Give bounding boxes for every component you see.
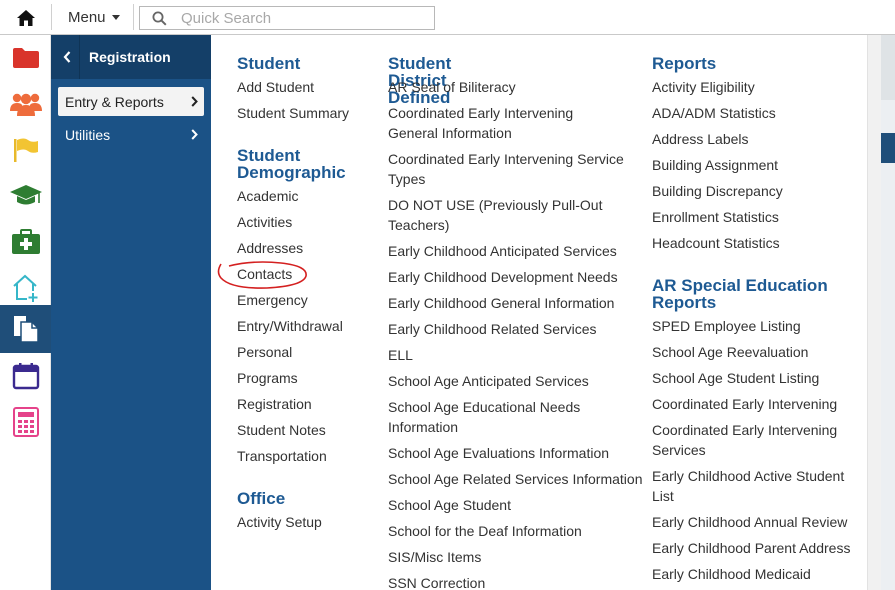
- menu-link-ec-related-services[interactable]: Early Childhood Related Services: [388, 319, 597, 339]
- quick-search-input[interactable]: [181, 9, 421, 27]
- rail-item-flag[interactable]: [0, 127, 51, 173]
- menu-link-address-labels[interactable]: Address Labels: [652, 129, 749, 149]
- quick-search-box[interactable]: [139, 6, 435, 30]
- section-title-ar-special-education-reports: AR Special Education Reports: [652, 276, 828, 312]
- menu-link-sa-evaluations-information[interactable]: School Age Evaluations Information: [388, 443, 609, 463]
- chevron-right-icon: [191, 129, 198, 140]
- toolbar-divider: [51, 4, 52, 30]
- folder-icon: [12, 48, 39, 68]
- menu-link-enrollment-statistics[interactable]: Enrollment Statistics: [652, 207, 779, 227]
- menu-link-registration[interactable]: Registration: [237, 394, 312, 414]
- home-icon: [16, 9, 35, 26]
- menu-link-coordinated-early-intervening-services[interactable]: Coordinated Early Intervening Services: [652, 420, 847, 460]
- menu-link-cei-service-types[interactable]: Coordinated Early Intervening Service Ty…: [388, 149, 624, 189]
- menu-link-activity-eligibility[interactable]: Activity Eligibility: [652, 77, 755, 97]
- menu-link-entry-withdrawal[interactable]: Entry/Withdrawal: [237, 316, 343, 336]
- section-title-student-demographic: Student Demographic: [237, 146, 346, 182]
- menu-link-headcount-statistics[interactable]: Headcount Statistics: [652, 233, 780, 253]
- menu-link-programs[interactable]: Programs: [237, 368, 298, 388]
- nav-item-utilities[interactable]: Utilities: [58, 120, 204, 149]
- menu-link-ar-seal-of-biliteracy[interactable]: AR Seal of Biliteracy: [388, 77, 516, 97]
- menu-link-ell[interactable]: ELL: [388, 345, 413, 365]
- menu-link-school-age-reevaluation[interactable]: School Age Reevaluation: [652, 342, 808, 362]
- medical-kit-icon: [11, 229, 40, 254]
- menu-link-emergency[interactable]: Emergency: [237, 290, 308, 310]
- menu-link-coordinated-early-intervening[interactable]: Coordinated Early Intervening: [652, 394, 837, 414]
- calendar-icon: [12, 363, 39, 390]
- nav-item-entry-reports[interactable]: Entry & Reports: [58, 87, 204, 116]
- menu-link-student-notes[interactable]: Student Notes: [237, 420, 326, 440]
- menu-link-contacts[interactable]: Contacts: [237, 264, 292, 284]
- registration-nav-panel: Registration Entry & Reports Utilities: [51, 35, 211, 590]
- rail-item-health[interactable]: [0, 219, 51, 265]
- menu-link-add-student[interactable]: Add Student: [237, 77, 314, 97]
- entry-reports-menu: Student Add Student Student Summary Stud…: [211, 35, 867, 590]
- menu-link-do-not-use-pull-out-teachers[interactable]: DO NOT USE (Previously Pull-Out Teachers…: [388, 195, 624, 235]
- section-title-student: Student: [237, 54, 301, 73]
- background-panel: [881, 35, 895, 100]
- section-title-office: Office: [237, 489, 286, 508]
- menu-link-sa-educational-needs-information[interactable]: School Age Educational Needs Information: [388, 397, 624, 437]
- rail-item-users[interactable]: [0, 81, 51, 127]
- menu-link-school-age-student-listing[interactable]: School Age Student Listing: [652, 368, 819, 388]
- background-header-bar: [881, 133, 895, 163]
- rail-item-calculator[interactable]: [0, 399, 51, 445]
- menu-link-sa-related-services-information[interactable]: School Age Related Services Information: [388, 469, 642, 489]
- menu-link-ec-active-student-list[interactable]: Early Childhood Active Student List: [652, 466, 847, 506]
- menu-link-student-summary[interactable]: Student Summary: [237, 103, 349, 123]
- menu-link-sis-misc-items[interactable]: SIS/Misc Items: [388, 547, 481, 567]
- menu-link-ec-development-needs[interactable]: Early Childhood Development Needs: [388, 267, 618, 287]
- top-bar: Menu: [0, 0, 895, 35]
- menu-link-cei-general-information[interactable]: Coordinated Early Intervening General In…: [388, 103, 624, 143]
- nav-panel-header: Registration: [51, 35, 211, 79]
- menu-link-addresses[interactable]: Addresses: [237, 238, 303, 258]
- rail-item-folder[interactable]: [0, 35, 51, 81]
- rail-item-graduation[interactable]: [0, 173, 51, 219]
- menu-label: Menu: [68, 9, 106, 26]
- menu-link-transportation[interactable]: Transportation: [237, 446, 327, 466]
- toolbar-divider: [133, 4, 134, 30]
- menu-link-ssn-correction[interactable]: SSN Correction: [388, 573, 485, 590]
- menu-link-school-age-student[interactable]: School Age Student: [388, 495, 511, 515]
- menu-link-building-assignment[interactable]: Building Assignment: [652, 155, 778, 175]
- chevron-right-icon: [191, 96, 198, 107]
- menu-link-ec-anticipated-services[interactable]: Early Childhood Anticipated Services: [388, 241, 617, 261]
- menu-link-ec-parent-address[interactable]: Early Childhood Parent Address: [652, 538, 850, 558]
- house-plus-icon: [12, 274, 37, 302]
- rail-item-calendar[interactable]: [0, 353, 51, 399]
- users-icon: [9, 93, 42, 116]
- menu-link-academic[interactable]: Academic: [237, 186, 298, 206]
- menu-link-ada-adm-statistics[interactable]: ADA/ADM Statistics: [652, 103, 776, 123]
- background-page-edge: [881, 35, 895, 590]
- menu-button[interactable]: Menu: [58, 0, 130, 35]
- header-divider: [79, 35, 80, 79]
- flag-icon: [13, 138, 38, 162]
- nav-item-label: Entry & Reports: [65, 93, 164, 110]
- menu-link-building-discrepancy[interactable]: Building Discrepancy: [652, 181, 783, 201]
- menu-link-ec-general-information[interactable]: Early Childhood General Information: [388, 293, 614, 313]
- menu-link-personal[interactable]: Personal: [237, 342, 292, 362]
- documents-icon: [13, 316, 39, 343]
- home-button[interactable]: [0, 0, 51, 35]
- menu-link-school-for-the-deaf-information[interactable]: School for the Deaf Information: [388, 521, 582, 541]
- menu-link-activity-setup[interactable]: Activity Setup: [237, 512, 322, 532]
- nav-item-label: Utilities: [65, 126, 111, 143]
- menu-scrollbar[interactable]: [867, 35, 881, 590]
- graduation-cap-icon: [9, 185, 42, 205]
- menu-link-ec-medicaid[interactable]: Early Childhood Medicaid: [652, 564, 811, 584]
- app-icon-rail: [0, 35, 51, 590]
- menu-link-ec-annual-review[interactable]: Early Childhood Annual Review: [652, 512, 847, 532]
- search-icon: [152, 11, 167, 26]
- menu-link-activities[interactable]: Activities: [237, 212, 292, 232]
- chevron-left-icon: [63, 51, 71, 63]
- rail-item-documents[interactable]: [0, 305, 51, 353]
- nav-panel-title: Registration: [89, 49, 171, 65]
- section-title-reports: Reports: [652, 54, 717, 73]
- menu-link-sa-anticipated-services[interactable]: School Age Anticipated Services: [388, 371, 589, 391]
- caret-down-icon: [111, 15, 120, 20]
- menu-link-sped-employee-listing[interactable]: SPED Employee Listing: [652, 316, 801, 336]
- calculator-icon: [12, 407, 39, 437]
